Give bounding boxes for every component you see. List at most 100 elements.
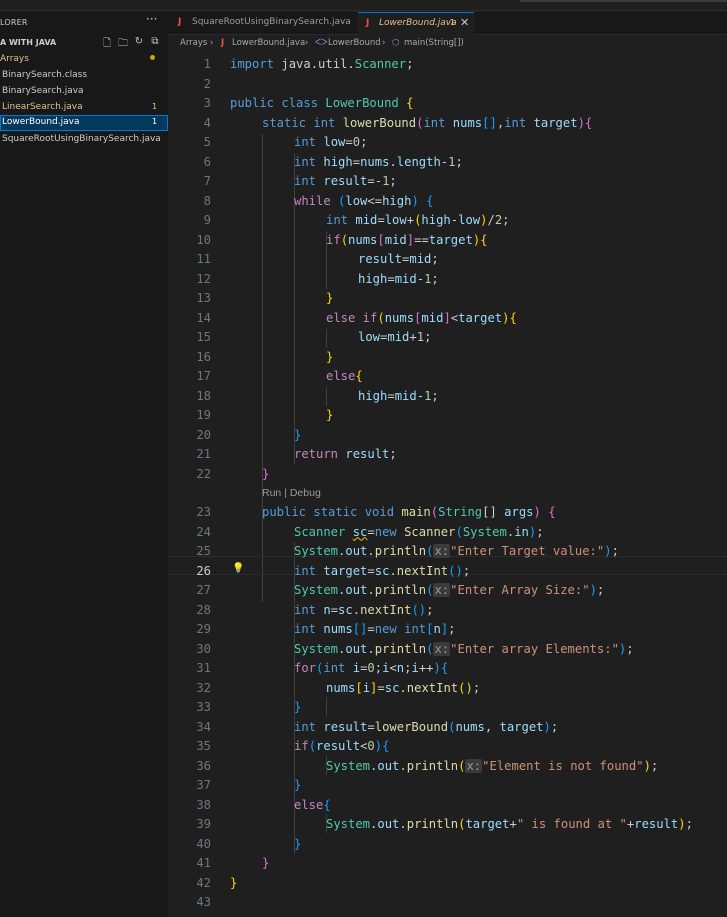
code-line: if(result<0){: [294, 739, 390, 753]
problem-count-badge: 1: [152, 117, 158, 126]
code-line: import java.util.Scanner;: [230, 57, 414, 71]
line-number: 8: [203, 193, 211, 208]
line-number: 38: [196, 797, 211, 812]
code-line: System.out.println(x:"Element is not fou…: [326, 758, 659, 773]
tree-item-lowerbound-java[interactable]: LowerBound.java 1: [0, 115, 168, 131]
refresh-icon[interactable]: ↻: [133, 36, 145, 53]
line-number: 24: [196, 524, 211, 539]
line-number: 36: [196, 758, 211, 773]
code-line: }: [326, 408, 334, 422]
line-number: 2: [203, 76, 211, 91]
chevron-right-icon: ›: [305, 38, 309, 48]
tab-problem-badge: 1: [450, 18, 456, 27]
code-line: int nums[]=new int[n];: [294, 622, 456, 636]
lightbulb-icon[interactable]: 💡: [232, 563, 244, 574]
close-icon[interactable]: ✕: [460, 16, 469, 29]
tree-item-binarysearch-class[interactable]: BinarySearch.class: [0, 68, 168, 84]
line-number: 12: [196, 271, 211, 286]
class-symbol-icon: ᐸᐳ: [315, 38, 328, 48]
line-number: 3: [203, 96, 211, 110]
title-bar: [0, 0, 727, 12]
code-line: high=mid-1;: [358, 271, 439, 286]
code-line: result=mid;: [358, 252, 439, 266]
line-number: 9: [203, 213, 211, 227]
code-line: if(nums[mid]==target){: [326, 232, 488, 247]
code-line: for(int i=0;i<n;i++){: [294, 661, 449, 675]
line-number: 43: [196, 895, 211, 909]
tree-item-linearsearch-java[interactable]: LinearSearch.java 1: [0, 100, 168, 116]
code-line: int result=lowerBound(nums, target);: [294, 719, 559, 734]
line-number: 20: [196, 427, 211, 442]
workspace-folder[interactable]: A WITH JAVA 🗋 🗀 ↻ ⧉: [0, 36, 168, 53]
line-number: 17: [196, 369, 211, 383]
chevron-right-icon: ›: [382, 38, 386, 48]
line-number: 5: [203, 135, 211, 149]
line-number: 34: [196, 719, 211, 734]
line-number: 4: [203, 115, 211, 130]
breadcrumb-file[interactable]: LowerBound.java: [232, 38, 305, 48]
tree-item-arrays[interactable]: Arrays: [0, 52, 168, 68]
line-number: 25: [196, 544, 211, 558]
line-number: 15: [196, 330, 211, 344]
line-number: 26: [196, 563, 211, 578]
editor-tabs: J SquareRootUsingBinarySearch.java J Low…: [168, 12, 727, 35]
inlay-hint: x:: [433, 583, 451, 597]
code-line: Scanner sc=new Scanner(System.in);: [294, 524, 544, 539]
code-line: }: [230, 875, 238, 890]
code-line: else{: [294, 797, 331, 812]
line-number: 42: [196, 875, 211, 890]
new-folder-icon[interactable]: 🗀: [117, 36, 129, 53]
code-line: public static void main(String[] args) {: [262, 505, 556, 519]
line-number: 21: [196, 447, 211, 461]
breadcrumb-class[interactable]: LowerBound: [328, 38, 381, 48]
tab-lowerbound[interactable]: J LowerBound.java 1 ✕: [358, 12, 474, 35]
code-line: public class LowerBound {: [230, 96, 414, 110]
collapse-all-icon[interactable]: ⧉: [149, 36, 161, 53]
modified-dot-icon: [150, 55, 155, 60]
line-number: 7: [203, 174, 211, 188]
tree-item-label: Arrays: [0, 54, 29, 64]
tree-item-label: BinarySearch.java: [2, 86, 84, 96]
code-line: System.out.println(x:"Enter Target value…: [294, 544, 619, 558]
breadcrumb-method[interactable]: main(String[]): [404, 38, 464, 48]
line-number: 37: [196, 778, 211, 792]
line-number: 6: [203, 154, 211, 169]
code-line: nums[i]=sc.nextInt();: [326, 680, 481, 695]
editor-area: J SquareRootUsingBinarySearch.java J Low…: [168, 12, 727, 917]
tree-item-squareroot-java[interactable]: SquareRootUsingBinarySearch.java: [0, 132, 168, 148]
line-number: 31: [196, 661, 211, 675]
inlay-hint: x:: [465, 758, 483, 773]
java-file-icon: J: [178, 17, 182, 27]
new-file-icon[interactable]: 🗋: [101, 36, 113, 53]
code-line: System.out.println(x:"Enter Array Size:"…: [294, 583, 605, 597]
code-line: }: [326, 291, 334, 305]
code-line: else if(nums[mid]<target){: [326, 310, 517, 325]
java-file-icon: J: [221, 38, 225, 48]
tree-item-label: LinearSearch.java: [2, 102, 83, 112]
line-number: 1: [203, 57, 211, 71]
line-number: 22: [196, 466, 211, 481]
tab-squareroot[interactable]: J SquareRootUsingBinarySearch.java: [168, 12, 358, 34]
code-line: }: [262, 856, 270, 870]
code-line: else{: [326, 369, 363, 383]
code-line: static int lowerBound(int nums[],int tar…: [262, 115, 593, 130]
tree-item-label: SquareRootUsingBinarySearch.java: [2, 134, 161, 144]
line-number: 29: [196, 622, 211, 636]
line-number: 13: [196, 291, 211, 305]
line-number: 11: [196, 252, 211, 266]
line-number: 19: [196, 408, 211, 422]
inlay-hint: x:: [433, 641, 451, 656]
run-codelens[interactable]: Run: [262, 487, 281, 499]
tree-item-binarysearch-java[interactable]: BinarySearch.java: [0, 84, 168, 100]
code-line: System.out.println(target+" is found at …: [326, 817, 693, 831]
tab-label: LowerBound.java: [379, 18, 457, 28]
code-line: int result=-1;: [294, 174, 397, 188]
problem-count-badge: 1: [152, 102, 158, 111]
code-line: int n=sc.nextInt();: [294, 602, 434, 617]
line-number: 27: [196, 583, 211, 597]
breadcrumb-folder[interactable]: Arrays: [180, 38, 207, 48]
code-line: }: [294, 836, 302, 851]
tree-item-label: LowerBound.java: [2, 117, 80, 127]
more-actions-icon[interactable]: ···: [146, 12, 157, 26]
debug-codelens[interactable]: Debug: [290, 487, 321, 499]
